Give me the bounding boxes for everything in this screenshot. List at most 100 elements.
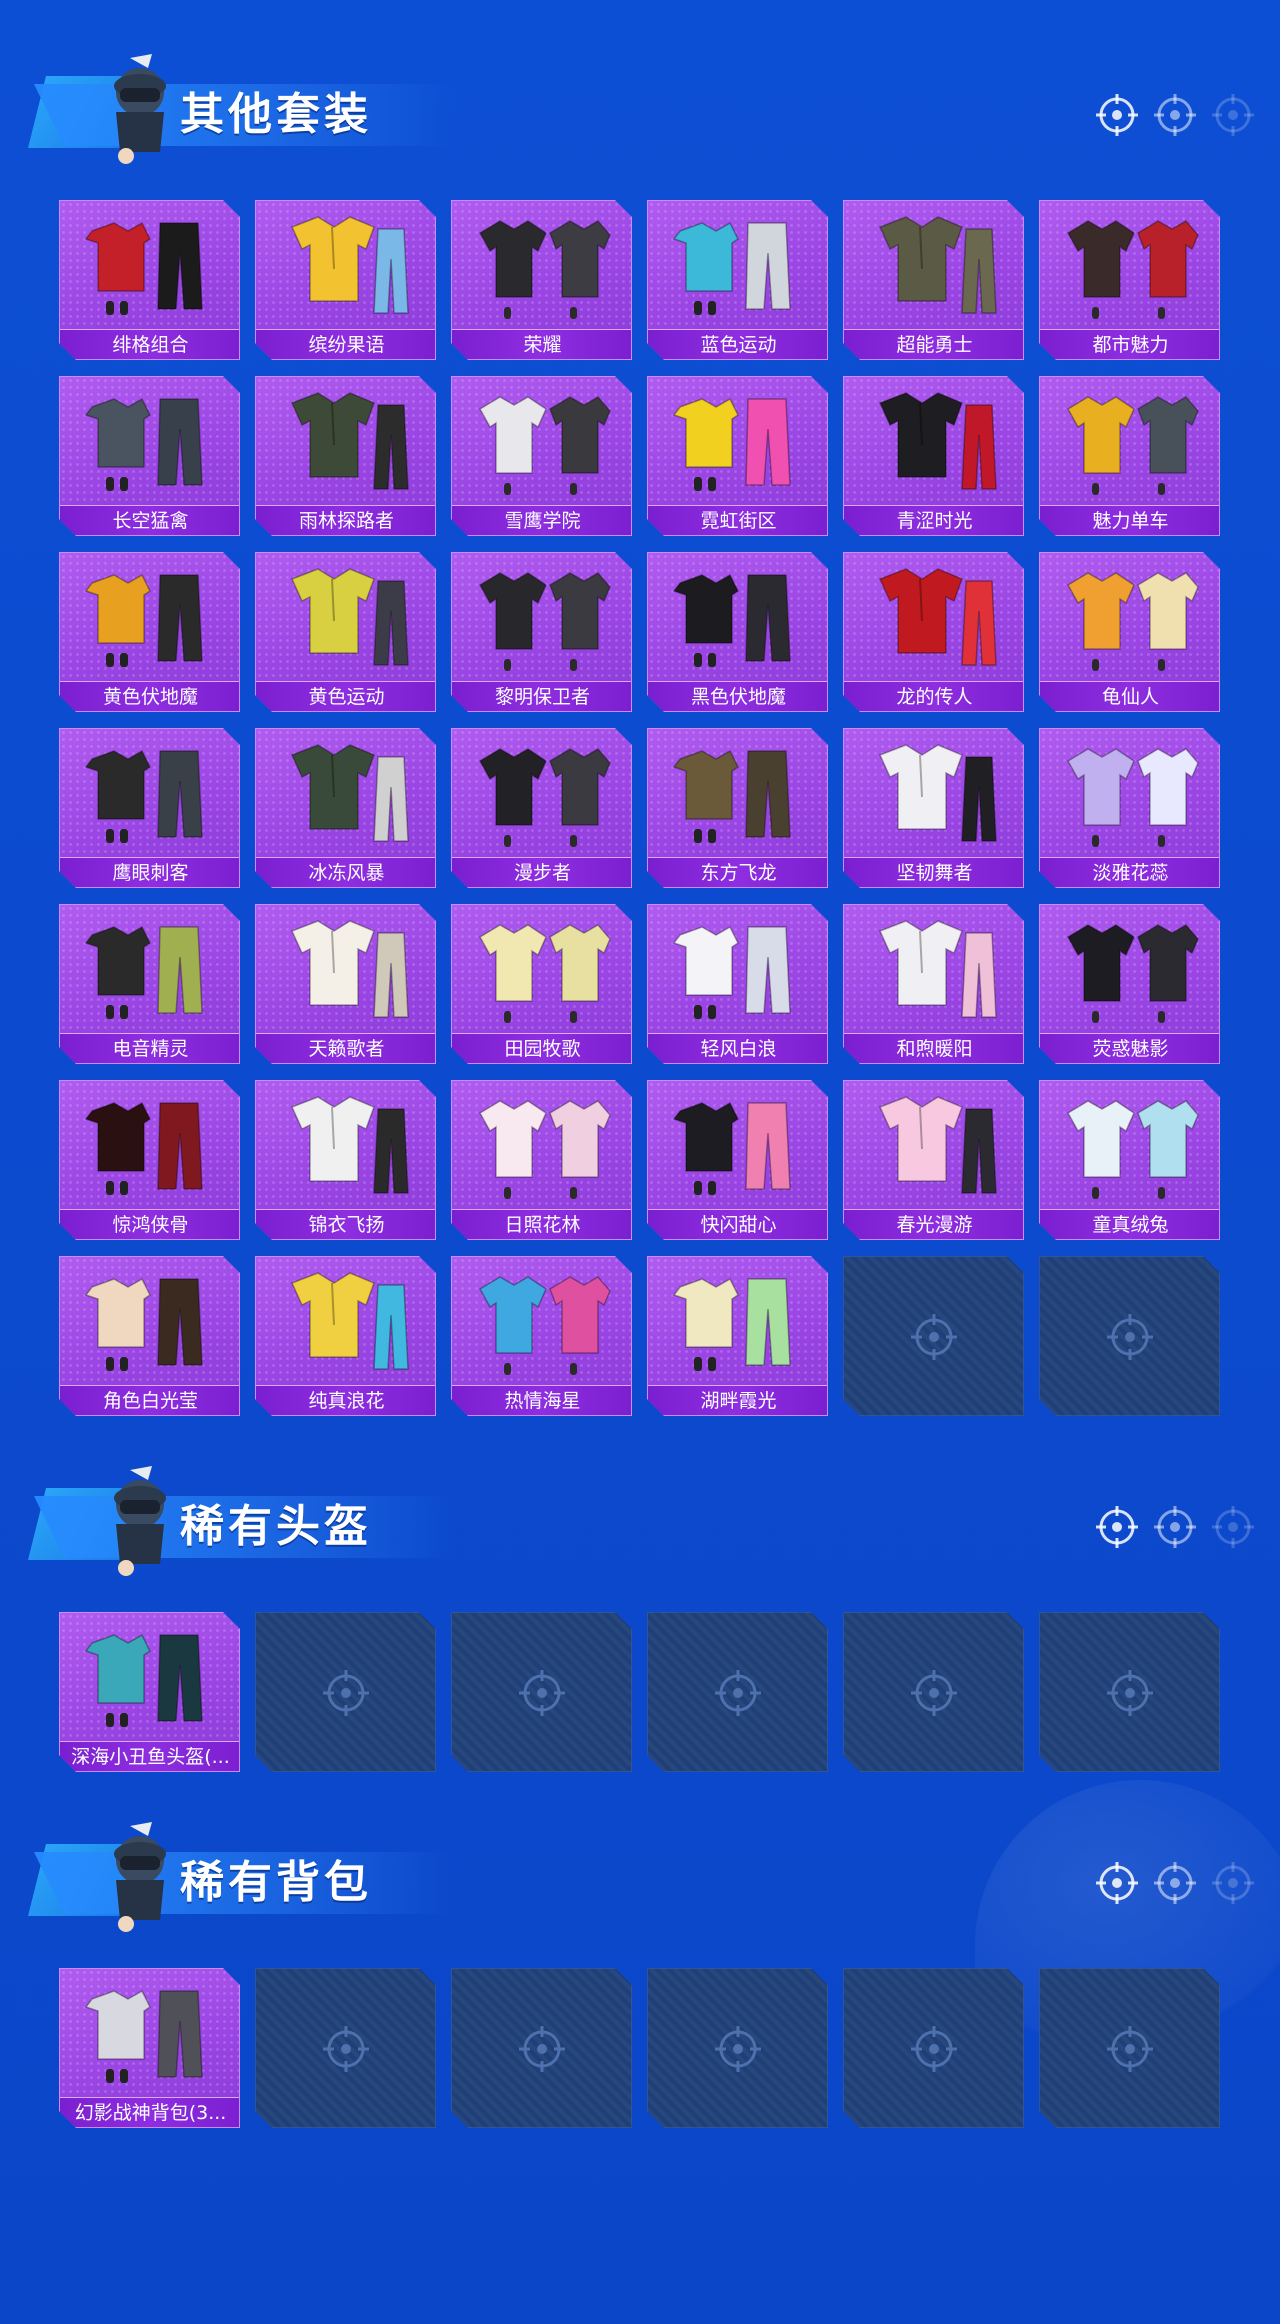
item-card[interactable]: 鹰眼刺客 [59,728,240,888]
item-card[interactable]: 超能勇士 [843,200,1024,360]
empty-slot[interactable] [843,1968,1024,2128]
section-ornaments [1094,92,1254,138]
item-card[interactable]: 坚韧舞者 [843,728,1024,888]
mascot-icon [114,1466,166,1576]
item-card[interactable]: 锦衣飞扬 [255,1080,436,1240]
item-card[interactable]: 天籁歌者 [255,904,436,1064]
crosshair-icon [712,2023,764,2075]
item-image [862,209,1007,327]
item-card[interactable]: 缤纷果语 [255,200,436,360]
item-image [78,737,223,855]
item-card[interactable]: 荧惑魅影 [1039,904,1220,1064]
item-name: 魅力单车 [1040,505,1219,535]
crosshair-icon [1212,1862,1254,1904]
item-card[interactable]: 都市魅力 [1039,200,1220,360]
item-card[interactable]: 幻影战神背包(3... [59,1968,240,2128]
item-name: 黑色伏地魔 [648,681,827,711]
crosshair-icon [1104,1667,1156,1719]
item-card[interactable]: 田园牧歌 [451,904,632,1064]
item-card[interactable]: 黎明保卫者 [451,552,632,712]
item-card[interactable]: 纯真浪花 [255,1256,436,1416]
empty-slot[interactable] [255,1612,436,1772]
item-card[interactable]: 绯格组合 [59,200,240,360]
item-card[interactable]: 东方飞龙 [647,728,828,888]
item-card[interactable]: 龙的传人 [843,552,1024,712]
item-name: 长空猛禽 [60,505,239,535]
item-card[interactable]: 快闪甜心 [647,1080,828,1240]
item-card[interactable]: 角色白光莹 [59,1256,240,1416]
item-card[interactable]: 深海小丑鱼头盔(... [59,1612,240,1772]
item-image [666,1265,811,1383]
item-card[interactable]: 黑色伏地魔 [647,552,828,712]
item-card[interactable]: 热情海星 [451,1256,632,1416]
item-card[interactable]: 冰冻风暴 [255,728,436,888]
item-name: 轻风白浪 [648,1033,827,1063]
crosshair-icon [1212,94,1254,136]
crosshair-icon [1154,1506,1196,1548]
item-card[interactable]: 魅力单车 [1039,376,1220,536]
empty-slot[interactable] [843,1256,1024,1416]
crosshair-icon [908,2023,960,2075]
empty-slot[interactable] [1039,1968,1220,2128]
item-name: 雨林探路者 [256,505,435,535]
empty-slot[interactable] [451,1968,632,2128]
item-name: 快闪甜心 [648,1209,827,1239]
item-card[interactable]: 蓝色运动 [647,200,828,360]
item-image [274,209,419,327]
item-name: 和煦暖阳 [844,1033,1023,1063]
item-image [862,737,1007,855]
item-image [666,209,811,327]
item-card[interactable]: 轻风白浪 [647,904,828,1064]
item-name: 荣耀 [452,329,631,359]
item-name: 惊鸿侠骨 [60,1209,239,1239]
item-name: 龟仙人 [1040,681,1219,711]
empty-slot[interactable] [647,1968,828,2128]
crosshair-icon [712,1667,764,1719]
empty-slot[interactable] [255,1968,436,2128]
item-image [1058,913,1203,1031]
item-image [274,561,419,679]
item-card[interactable]: 龟仙人 [1039,552,1220,712]
item-image [1058,561,1203,679]
empty-slot[interactable] [1039,1612,1220,1772]
item-card[interactable]: 黄色运动 [255,552,436,712]
item-name: 都市魅力 [1040,329,1219,359]
crosshair-icon [516,1667,568,1719]
item-card[interactable]: 湖畔霞光 [647,1256,828,1416]
item-card[interactable]: 长空猛禽 [59,376,240,536]
item-name: 坚韧舞者 [844,857,1023,887]
item-card[interactable]: 和煦暖阳 [843,904,1024,1064]
empty-slot[interactable] [843,1612,1024,1772]
item-image [862,385,1007,503]
item-card[interactable]: 淡雅花蕊 [1039,728,1220,888]
item-card[interactable]: 春光漫游 [843,1080,1024,1240]
item-name: 锦衣飞扬 [256,1209,435,1239]
empty-slot[interactable] [647,1612,828,1772]
item-name: 春光漫游 [844,1209,1023,1239]
item-name: 绯格组合 [60,329,239,359]
item-image [470,913,615,1031]
empty-slot[interactable] [1039,1256,1220,1416]
item-card[interactable]: 雪鹰学院 [451,376,632,536]
item-card[interactable]: 童真绒兔 [1039,1080,1220,1240]
item-image [1058,209,1203,327]
section-rare-helmets: 稀有头盔 深海小丑鱼头盔(... [0,1464,1280,1794]
empty-slot[interactable] [451,1612,632,1772]
item-card[interactable]: 惊鸿侠骨 [59,1080,240,1240]
item-name: 天籁歌者 [256,1033,435,1063]
item-card[interactable]: 荣耀 [451,200,632,360]
crosshair-icon [1154,1862,1196,1904]
item-card[interactable]: 日照花林 [451,1080,632,1240]
crosshair-icon [1096,94,1138,136]
section-title: 稀有头盔 [180,1501,372,1552]
item-name: 热情海星 [452,1385,631,1415]
item-card[interactable]: 黄色伏地魔 [59,552,240,712]
item-card[interactable]: 霓虹街区 [647,376,828,536]
item-name: 湖畔霞光 [648,1385,827,1415]
item-card[interactable]: 青涩时光 [843,376,1024,536]
item-card[interactable]: 电音精灵 [59,904,240,1064]
item-card[interactable]: 漫步者 [451,728,632,888]
item-image [666,1089,811,1207]
item-card[interactable]: 雨林探路者 [255,376,436,536]
item-image [470,209,615,327]
